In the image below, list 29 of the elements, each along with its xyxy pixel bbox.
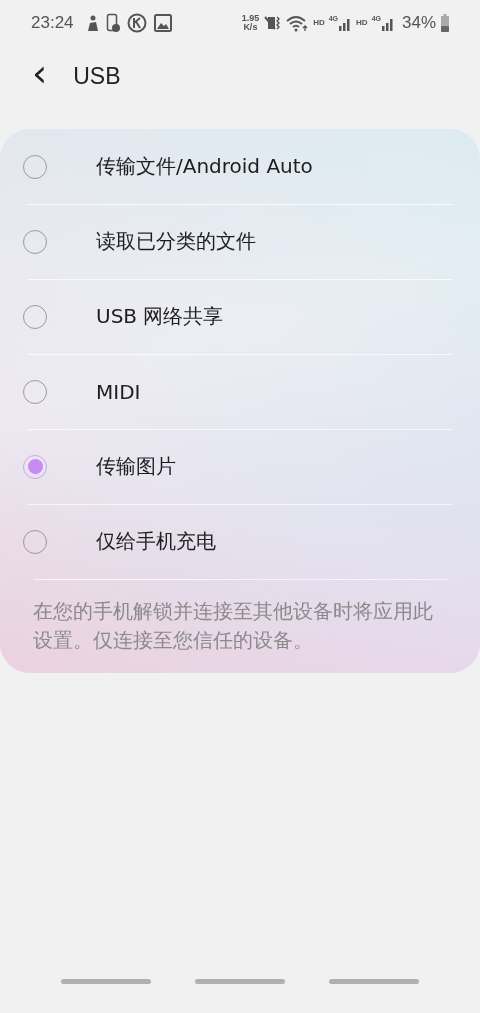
option-label: USB 网络共享 xyxy=(96,303,224,330)
nav-bar-handle[interactable] xyxy=(195,979,285,984)
option-row[interactable]: 读取已分类的文件 xyxy=(0,204,480,279)
back-button[interactable]: ‹ xyxy=(28,54,52,98)
image-icon xyxy=(153,13,172,32)
option-label: 传输文件/Android Auto xyxy=(96,153,313,180)
network-speed-value: 1.95 xyxy=(241,13,260,23)
hd-label: HD xyxy=(313,18,325,27)
option-label: 仅给手机充电 xyxy=(96,528,216,555)
clock-time: 23:24 xyxy=(31,12,74,33)
page-title: USB xyxy=(73,62,121,90)
option-row[interactable]: 传输文件/Android Auto xyxy=(0,129,480,204)
nav-bar-handle[interactable] xyxy=(329,979,419,984)
wifi-icon xyxy=(285,13,310,32)
battery-percent: 34% xyxy=(401,12,436,33)
option-row[interactable]: 仅给手机充电 xyxy=(0,504,480,579)
network-speed-unit: K/s xyxy=(243,22,258,32)
option-label: 读取已分类的文件 xyxy=(96,228,256,255)
circled-letter-icon xyxy=(126,12,147,33)
option-label: MIDI xyxy=(96,379,141,404)
option-label: 传输图片 xyxy=(96,453,176,480)
option-row[interactable]: 传输图片 xyxy=(0,429,480,504)
phone-alert-icon xyxy=(105,12,120,33)
hd-label: HD xyxy=(356,18,368,27)
nav-bar-handle[interactable] xyxy=(61,979,151,984)
battery-icon xyxy=(440,13,450,32)
option-row[interactable]: MIDI xyxy=(0,354,480,429)
option-row[interactable]: USB 网络共享 xyxy=(0,279,480,354)
help-text: 在您的手机解锁并连接至其他设备时将应用此设置。仅连接至您信任的设备。 xyxy=(33,579,447,655)
